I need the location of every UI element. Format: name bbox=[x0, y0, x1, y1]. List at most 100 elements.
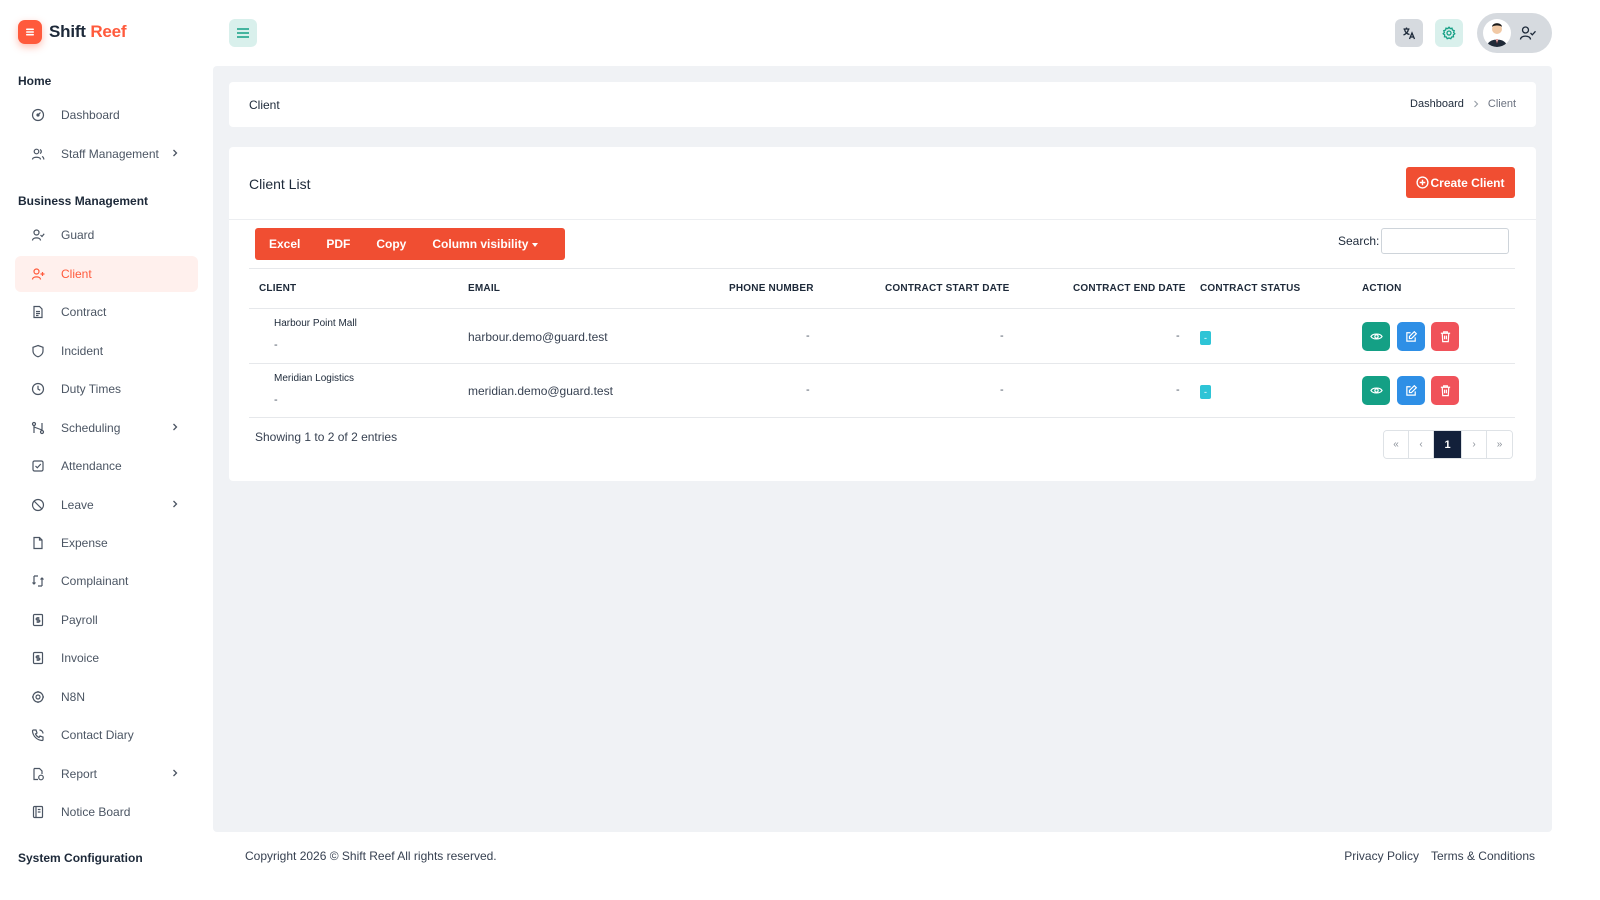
client-name: Harbour Point Mall bbox=[274, 318, 357, 329]
caret-down-icon bbox=[532, 242, 539, 247]
sidebar-item-guard[interactable]: Guard bbox=[15, 217, 198, 253]
breadcrumb: Dashboard Client bbox=[1410, 98, 1516, 110]
sidebar: Shift Reef Home Dashboard Staff Manageme… bbox=[0, 0, 213, 900]
sidebar-item-label: Contract bbox=[61, 305, 107, 319]
report-icon bbox=[31, 767, 45, 781]
sidebar-item-leave[interactable]: Leave bbox=[15, 487, 198, 523]
sidebar-item-contract[interactable]: Contract bbox=[15, 294, 198, 330]
column-visibility-button[interactable]: Column visibility bbox=[419, 237, 551, 251]
export-pdf-button[interactable]: PDF bbox=[313, 237, 363, 251]
footer-links: Privacy Policy Terms & Conditions bbox=[1344, 849, 1535, 863]
sidebar-item-scheduling[interactable]: Scheduling bbox=[15, 410, 198, 446]
copy-button[interactable]: Copy bbox=[363, 237, 419, 251]
client-subtext: - bbox=[274, 394, 278, 406]
sidebar-item-dashboard[interactable]: Dashboard bbox=[15, 97, 198, 133]
eye-icon bbox=[1369, 333, 1383, 340]
column-header-contract-end[interactable]: CONTRACT END DATE bbox=[1073, 283, 1186, 294]
sidebar-item-expense[interactable]: Expense bbox=[15, 525, 198, 561]
view-button[interactable] bbox=[1362, 376, 1390, 405]
sidebar-item-invoice[interactable]: Invoice bbox=[15, 640, 198, 676]
column-header-email[interactable]: EMAIL bbox=[468, 283, 500, 294]
sidebar-item-notice-board[interactable]: Notice Board bbox=[15, 794, 198, 830]
page-button-1[interactable]: 1 bbox=[1434, 431, 1462, 458]
clock-icon bbox=[31, 382, 45, 396]
column-visibility-label: Column visibility bbox=[432, 237, 529, 251]
status-badge: - bbox=[1200, 331, 1211, 345]
client-email: meridian.demo@guard.test bbox=[468, 384, 613, 398]
checkbox-icon bbox=[31, 459, 45, 473]
breadcrumb-link-dashboard[interactable]: Dashboard bbox=[1410, 98, 1464, 110]
create-client-button[interactable]: Create Client bbox=[1406, 167, 1515, 198]
sidebar-item-label: Incident bbox=[61, 344, 104, 358]
column-header-action: ACTION bbox=[1362, 283, 1402, 294]
breadcrumb-current: Client bbox=[1487, 98, 1516, 110]
brand-name: Shift Reef bbox=[49, 22, 127, 41]
contract-start-date: - bbox=[1000, 384, 1004, 396]
sidebar-item-label: Attendance bbox=[61, 459, 122, 473]
search-input[interactable] bbox=[1381, 228, 1509, 254]
chevron-right-icon bbox=[1473, 100, 1479, 108]
sidebar-item-label: Expense bbox=[61, 536, 108, 550]
sidebar-item-label: Report bbox=[61, 767, 98, 781]
entries-info: Showing 1 to 2 of 2 entries bbox=[255, 430, 398, 444]
phone-icon bbox=[31, 728, 45, 742]
delete-button[interactable] bbox=[1431, 322, 1459, 351]
user-menu[interactable] bbox=[1477, 13, 1552, 53]
sidebar-item-report[interactable]: Report bbox=[15, 756, 198, 792]
sidebar-item-n8n[interactable]: N8N bbox=[15, 679, 198, 715]
divider bbox=[249, 363, 1515, 364]
sidebar-item-payroll[interactable]: Payroll bbox=[15, 602, 198, 638]
trash-icon bbox=[1440, 331, 1450, 343]
client-email: harbour.demo@guard.test bbox=[468, 330, 608, 344]
client-list-card: Client List Create Client Excel PDF Copy… bbox=[229, 147, 1536, 481]
privacy-policy-link[interactable]: Privacy Policy bbox=[1344, 849, 1419, 863]
sidebar-item-complainant[interactable]: Complainant bbox=[15, 563, 198, 599]
contract-start-date: - bbox=[1000, 330, 1004, 342]
sidebar-item-label: Payroll bbox=[61, 613, 98, 627]
delete-button[interactable] bbox=[1431, 376, 1459, 405]
section-title-system: System Configuration bbox=[18, 851, 143, 865]
sidebar-item-staff-management[interactable]: Staff Management bbox=[15, 136, 198, 172]
language-button[interactable] bbox=[1395, 19, 1423, 47]
sidebar-item-contact-diary[interactable]: Contact Diary bbox=[15, 717, 198, 753]
users-icon bbox=[31, 147, 45, 161]
brand-logo[interactable]: Shift Reef bbox=[18, 20, 127, 44]
menu-toggle-button[interactable] bbox=[229, 19, 257, 47]
cog-icon bbox=[31, 690, 45, 704]
sidebar-item-duty-times[interactable]: Duty Times bbox=[15, 371, 198, 407]
sidebar-item-attendance[interactable]: Attendance bbox=[15, 448, 198, 484]
sidebar-item-label: Leave bbox=[61, 498, 94, 512]
file-icon bbox=[31, 536, 45, 550]
view-button[interactable] bbox=[1362, 322, 1390, 351]
column-header-contract-status[interactable]: CONTRACT STATUS bbox=[1200, 283, 1300, 294]
divider bbox=[249, 417, 1515, 418]
terms-link[interactable]: Terms & Conditions bbox=[1431, 849, 1535, 863]
first-page-button[interactable]: « bbox=[1384, 431, 1409, 458]
shield-icon bbox=[31, 344, 45, 358]
column-header-client[interactable]: CLIENT bbox=[259, 283, 296, 294]
edit-button[interactable] bbox=[1397, 322, 1425, 351]
column-header-phone[interactable]: PHONE NUMBER bbox=[729, 283, 814, 294]
sidebar-item-client[interactable]: Client bbox=[15, 256, 198, 292]
sidebar-item-label: Complainant bbox=[61, 574, 129, 588]
sidebar-item-label: N8N bbox=[61, 690, 86, 704]
trash-icon bbox=[1440, 385, 1450, 397]
sidebar-item-label: Scheduling bbox=[61, 421, 121, 435]
chevron-right-icon bbox=[173, 423, 178, 431]
page-title: Client bbox=[249, 98, 280, 112]
phone-number: - bbox=[806, 384, 810, 396]
divider bbox=[249, 268, 1515, 269]
column-header-contract-start[interactable]: CONTRACT START DATE bbox=[885, 283, 1010, 294]
prev-page-button[interactable]: ‹ bbox=[1409, 431, 1434, 458]
last-page-button[interactable]: » bbox=[1487, 431, 1512, 458]
sidebar-item-incident[interactable]: Incident bbox=[15, 333, 198, 369]
settings-button[interactable] bbox=[1435, 19, 1463, 47]
sidebar-item-label: Guard bbox=[61, 228, 95, 242]
next-page-button[interactable]: › bbox=[1462, 431, 1487, 458]
edit-icon bbox=[1405, 384, 1417, 396]
user-plus-icon bbox=[31, 267, 45, 281]
export-excel-button[interactable]: Excel bbox=[269, 237, 313, 251]
export-button-group: Excel PDF Copy Column visibility bbox=[255, 228, 566, 260]
hamburger-icon bbox=[237, 28, 249, 38]
edit-button[interactable] bbox=[1397, 376, 1425, 405]
